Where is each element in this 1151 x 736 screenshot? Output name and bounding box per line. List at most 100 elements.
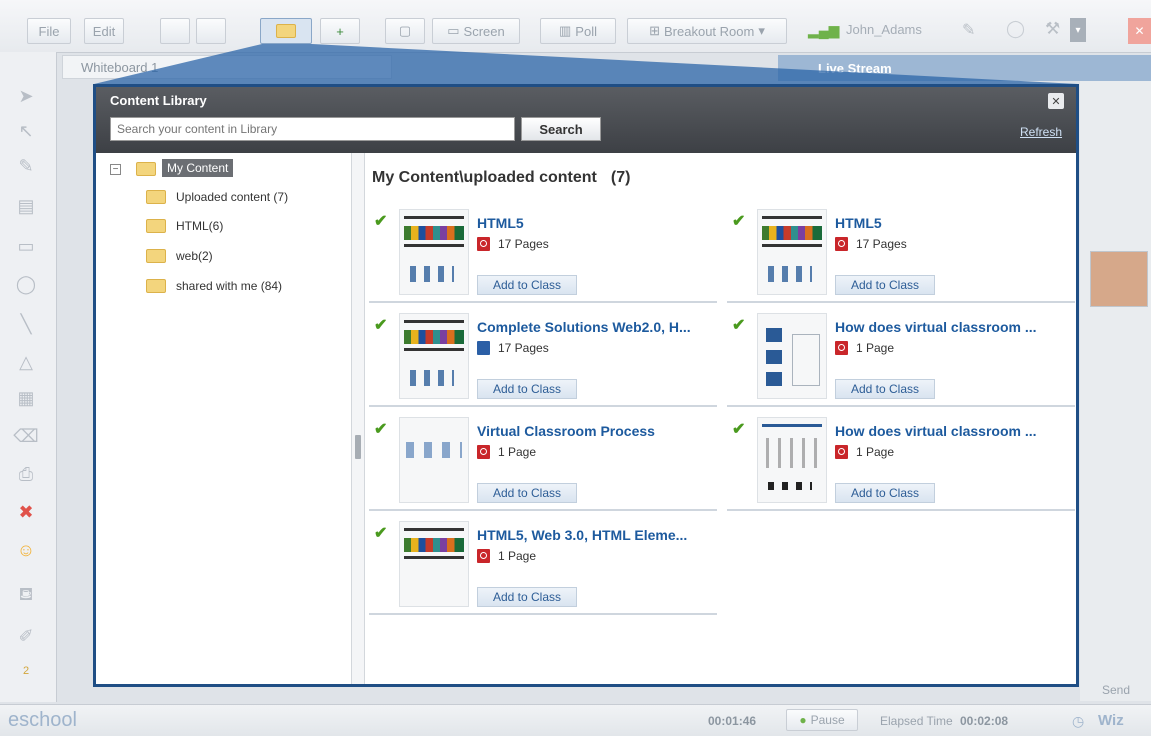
eraser-tool-icon[interactable]: ⌫ (8, 422, 44, 450)
check-icon: ✔ (732, 421, 746, 438)
content-library-dialog: Content Library ✕ Search Refresh − My Co… (93, 84, 1079, 687)
content-pages: 17 Pages (835, 237, 907, 251)
dialog-body: − My Content Uploaded content (7) HTML(6… (96, 153, 1076, 684)
content-title[interactable]: HTML5 (835, 215, 1073, 231)
add-to-class-button[interactable]: Add to Class (477, 483, 577, 503)
content-title[interactable]: Virtual Classroom Process (477, 423, 715, 439)
page-number-icon[interactable]: 2 (8, 660, 44, 682)
brush-tool-icon[interactable]: ✐ (8, 622, 44, 650)
content-card[interactable]: ✔ How does virtual classroom ... 1 Page … (727, 305, 1075, 407)
tree-item-shared[interactable]: shared with me (84) (146, 279, 282, 293)
emoticon-tool-icon[interactable]: ☺ (8, 536, 44, 564)
folder-icon (146, 279, 166, 293)
ellipse-tool-icon[interactable]: ◯ (8, 270, 44, 298)
pdf-icon (477, 445, 490, 459)
send-button[interactable]: Send (1102, 683, 1130, 697)
add-to-class-button[interactable]: Add to Class (835, 379, 935, 399)
callout-wedge (94, 44, 1078, 84)
content-card[interactable]: ✔ HTML5, Web 3.0, HTML Eleme... 1 Page A… (369, 513, 717, 615)
avatar (1090, 251, 1148, 307)
add-to-class-button[interactable]: Add to Class (477, 379, 577, 399)
thumbnail (757, 313, 827, 399)
add-to-class-button[interactable]: Add to Class (835, 483, 935, 503)
check-icon: ✔ (374, 317, 388, 334)
item-count: (7) (610, 169, 631, 186)
pages-label: 1 Page (498, 445, 537, 459)
content-pages: 17 Pages (477, 237, 549, 251)
pages-label: 17 Pages (498, 237, 549, 251)
splitter-handle[interactable] (355, 435, 361, 459)
content-card[interactable]: ✔ HTML5 17 Pages Add to Class (727, 201, 1075, 303)
content-title[interactable]: HTML5, Web 3.0, HTML Eleme... (477, 527, 715, 543)
pencil-tool-icon[interactable]: ✎ (8, 152, 44, 180)
close-icon[interactable]: ✕ (1048, 93, 1064, 109)
content-pages: 1 Page (477, 549, 536, 563)
doc-icon (477, 341, 490, 355)
dialog-header: Content Library ✕ Search Refresh (96, 87, 1076, 153)
tree-item-label: web(2) (176, 249, 213, 263)
status-bar: eschool 00:01:46 ● Pause Elapsed Time 00:… (0, 704, 1151, 736)
thumbnail (757, 209, 827, 295)
path-title-text: My Content\uploaded content (372, 169, 597, 186)
folder-icon (146, 190, 166, 204)
check-icon: ✔ (374, 421, 388, 438)
add-to-class-button[interactable]: Add to Class (477, 587, 577, 607)
pause-button[interactable]: ● Pause (786, 709, 858, 731)
content-card[interactable]: ✔ Virtual Classroom Process 1 Page Add t… (369, 409, 717, 511)
right-panel: Send (1080, 81, 1151, 701)
fill-tool-icon[interactable]: ⛾ (8, 582, 44, 610)
search-input[interactable] (110, 117, 515, 141)
table-tool-icon[interactable]: ▦ (8, 384, 44, 412)
elapsed-label: Elapsed Time (880, 714, 953, 728)
text-tool-icon[interactable]: ▤ (8, 192, 44, 220)
check-icon: ✔ (374, 525, 388, 542)
refresh-link[interactable]: Refresh (1020, 125, 1062, 139)
content-pages: 17 Pages (477, 341, 549, 355)
thumbnail (399, 521, 469, 607)
pages-label: 17 Pages (856, 237, 907, 251)
content-title[interactable]: How does virtual classroom ... (835, 423, 1073, 439)
content-card[interactable]: ✔ HTML5 17 Pages Add to Class (369, 201, 717, 303)
add-to-class-button[interactable]: Add to Class (835, 275, 935, 295)
eschool-logo: eschool (8, 709, 77, 731)
check-icon: ✔ (732, 213, 746, 230)
record-dot-icon: ● (799, 713, 807, 727)
wiz-logo: Wiz (1098, 712, 1124, 729)
tree-root-my-content[interactable]: My Content (162, 159, 234, 177)
content-path-title: My Content\uploaded content (7) (372, 169, 630, 187)
check-icon: ✔ (374, 213, 388, 230)
tree-item-uploaded[interactable]: Uploaded content (7) (146, 190, 288, 204)
tree-item-web[interactable]: web(2) (146, 249, 213, 263)
thumbnail (399, 209, 469, 295)
pdf-icon (477, 549, 490, 563)
content-pages: 1 Page (835, 341, 894, 355)
content-card[interactable]: ✔ Complete Solutions Web2.0, H... 17 Pag… (369, 305, 717, 407)
select-tool-icon[interactable]: ↖ (8, 117, 44, 145)
elapsed-value: 00:02:08 (960, 714, 1009, 728)
stamp-tool-icon[interactable]: ⎙ (8, 460, 44, 488)
folder-icon (146, 249, 166, 263)
line-tool-icon[interactable]: ╲ (8, 310, 44, 338)
dialog-title: Content Library (110, 93, 207, 108)
folder-tree: − My Content Uploaded content (7) HTML(6… (96, 153, 352, 684)
pane-splitter[interactable] (352, 153, 365, 684)
triangle-tool-icon[interactable]: △ (8, 348, 44, 376)
folder-icon (146, 219, 166, 233)
content-title[interactable]: HTML5 (477, 215, 715, 231)
tree-item-html[interactable]: HTML(6) (146, 219, 223, 233)
content-card[interactable]: ✔ How does virtual classroom ... 1 Page … (727, 409, 1075, 511)
content-title[interactable]: How does virtual classroom ... (835, 319, 1073, 335)
pages-label: 1 Page (856, 445, 895, 459)
add-to-class-button[interactable]: Add to Class (477, 275, 577, 295)
delete-tool-icon[interactable]: ✖ (8, 498, 44, 526)
collapse-icon[interactable]: − (110, 164, 121, 175)
content-pages: 1 Page (477, 445, 536, 459)
content-title[interactable]: Complete Solutions Web2.0, H... (477, 319, 715, 335)
search-button[interactable]: Search (521, 117, 601, 141)
pdf-icon (835, 445, 848, 459)
rectangle-tool-icon[interactable]: ▭ (8, 232, 44, 260)
pages-label: 17 Pages (498, 341, 549, 355)
clock-icon: ◷ (1072, 713, 1085, 729)
pdf-icon (477, 237, 490, 251)
pause-label: Pause (810, 713, 845, 727)
